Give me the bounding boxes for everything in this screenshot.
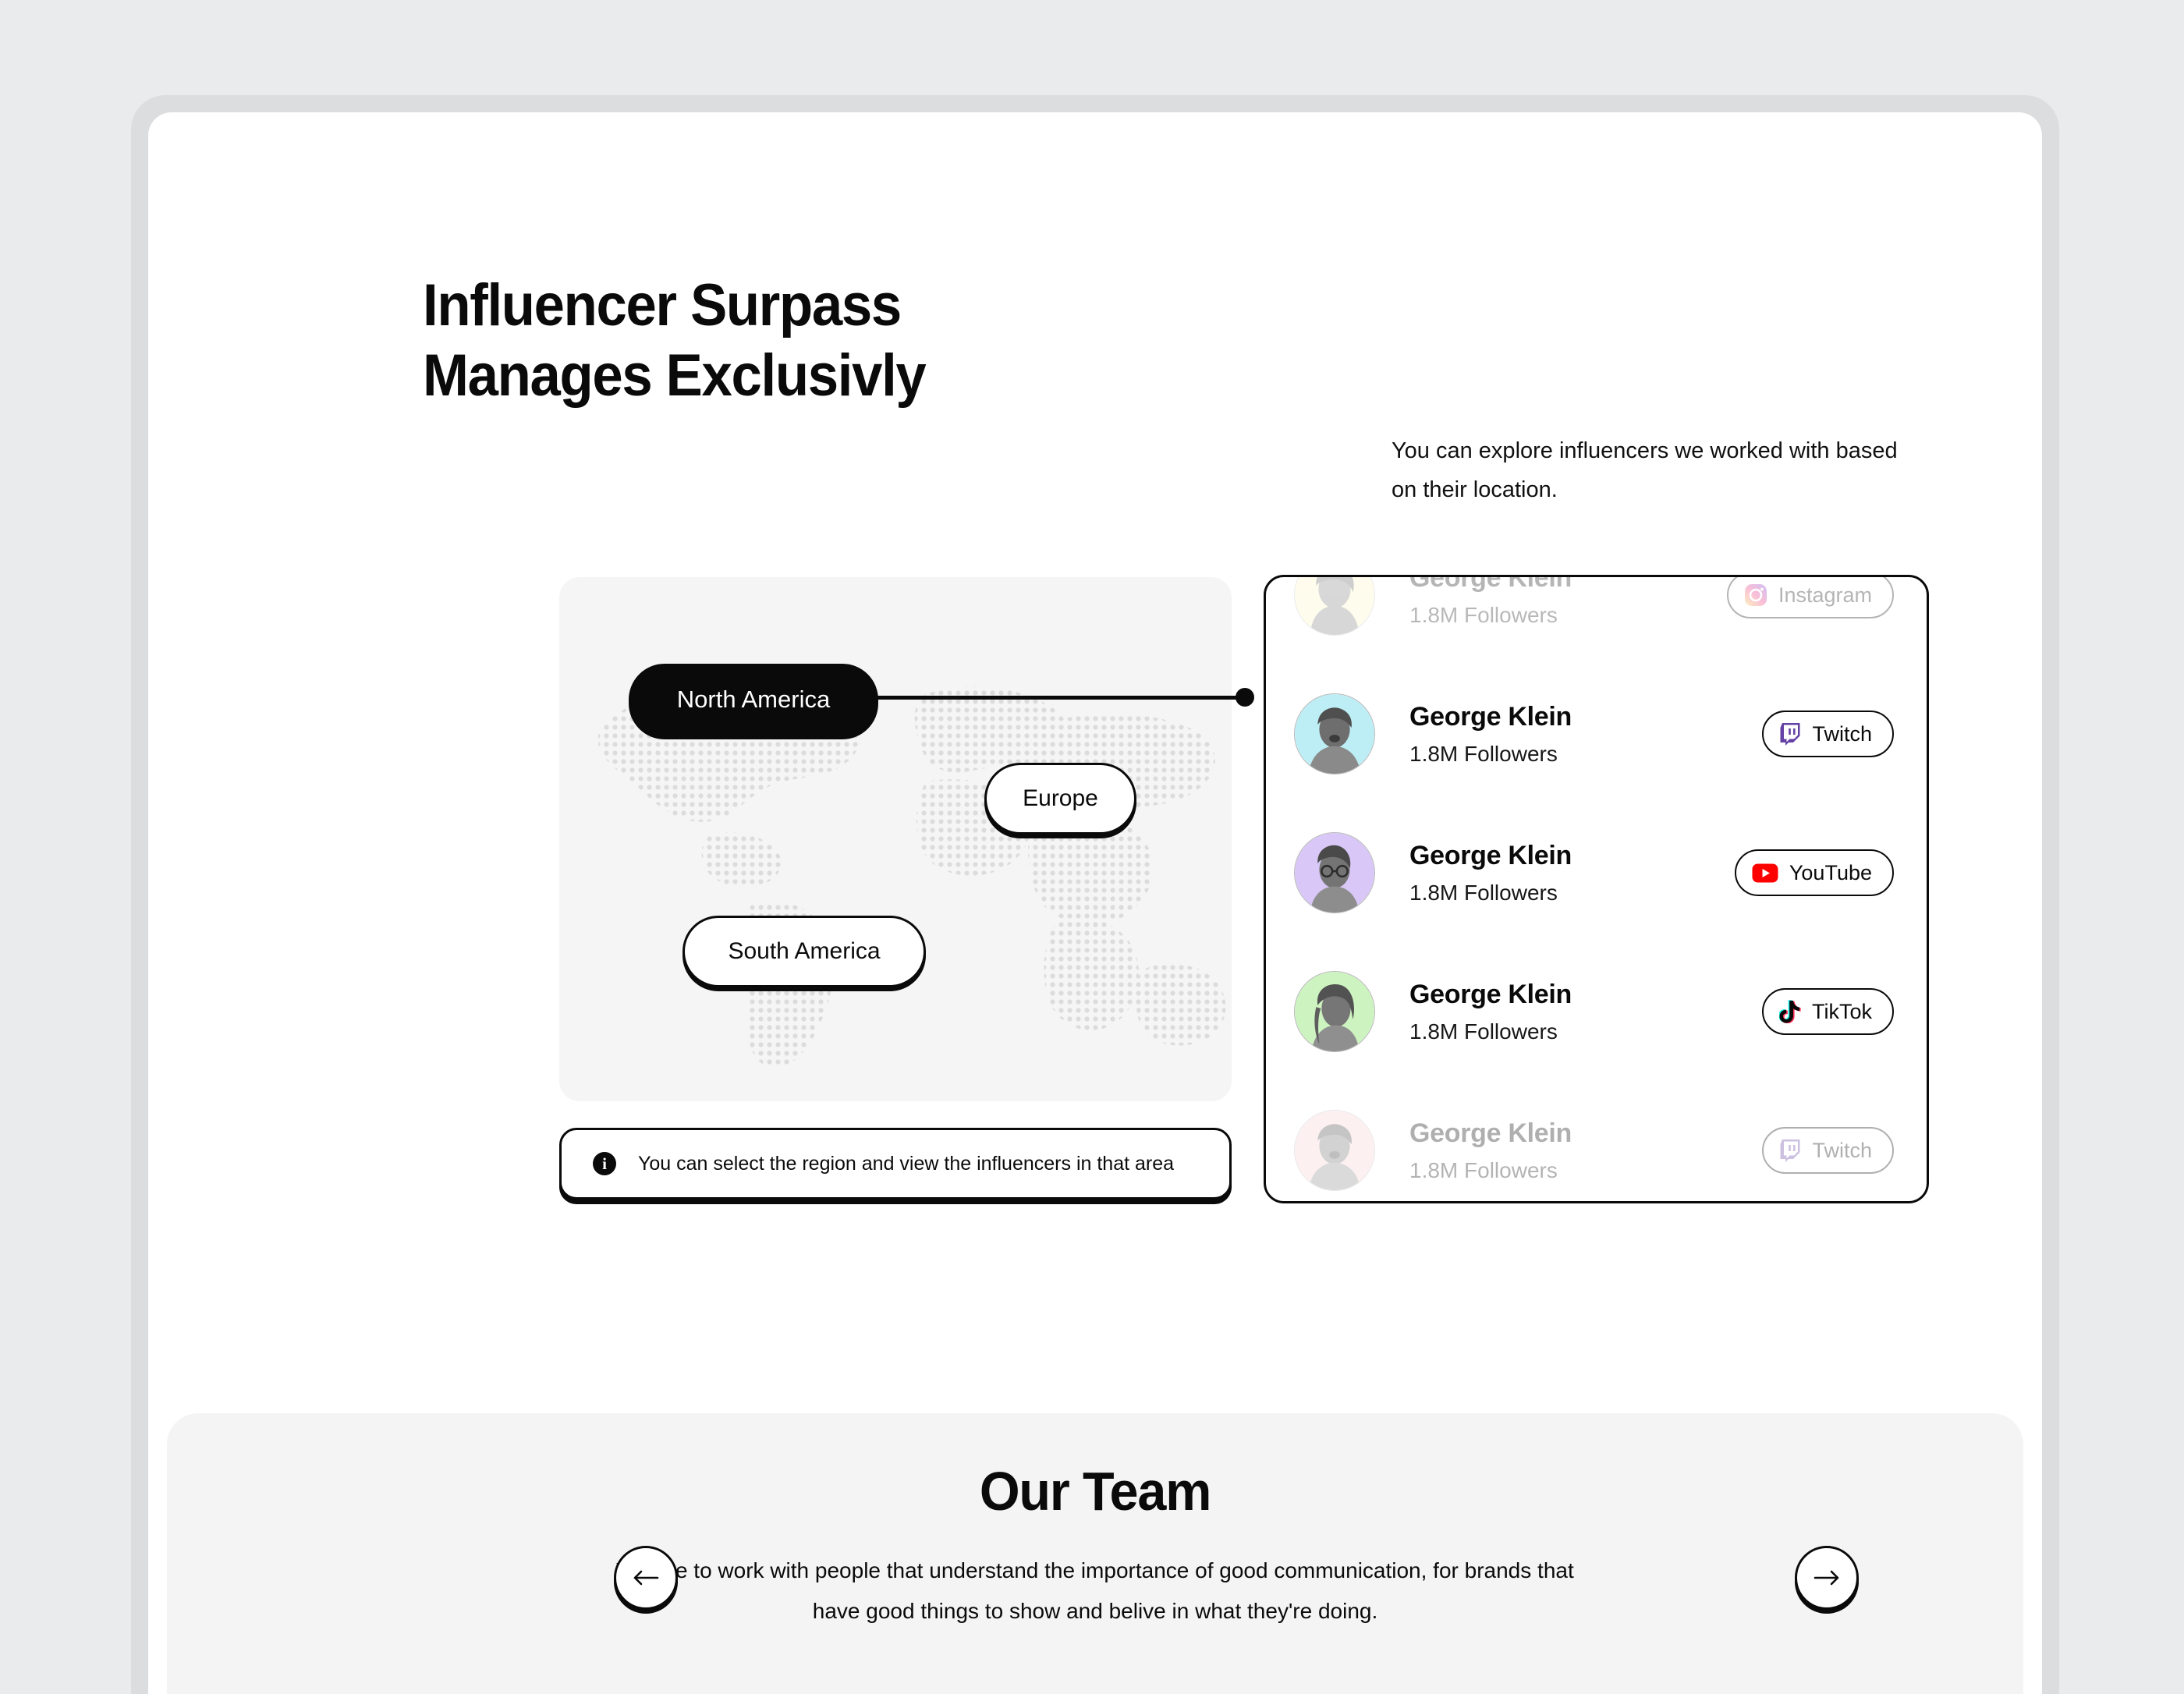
influencer-row[interactable]: George Klein 1.8M Followers Twitch xyxy=(1266,664,1927,803)
platform-label: Twitch xyxy=(1812,1138,1872,1162)
twitch-icon xyxy=(1779,1139,1801,1162)
region-map-panel[interactable]: North America Europe South America xyxy=(559,577,1232,1101)
page-title: Influencer Surpass Manages Exclusivly xyxy=(423,272,927,409)
avatar xyxy=(1294,577,1375,636)
influencer-list-scroll[interactable]: George Klein 1.8M Followers Instagram Ge… xyxy=(1266,575,1927,1201)
influencer-info: George Klein 1.8M Followers xyxy=(1409,1118,1762,1183)
platform-label: Twitch xyxy=(1812,721,1872,746)
influencer-followers: 1.8M Followers xyxy=(1409,1019,1558,1044)
platform-badge-youtube[interactable]: YouTube xyxy=(1734,849,1894,896)
team-next-button[interactable] xyxy=(1795,1546,1859,1610)
influencer-name: George Klein xyxy=(1409,575,1572,593)
info-icon: i xyxy=(593,1152,616,1175)
influencer-row[interactable]: George Klein 1.8M Followers Instagram xyxy=(1266,575,1927,664)
platform-badge-twitch[interactable]: Twitch xyxy=(1762,711,1894,757)
influencer-info: George Klein 1.8M Followers xyxy=(1409,980,1762,1044)
connector-line xyxy=(872,696,1239,700)
influencer-info: George Klein 1.8M Followers xyxy=(1409,702,1762,767)
region-pill-label: Europe xyxy=(1023,785,1098,811)
region-pill-north-america[interactable]: North America xyxy=(629,664,878,735)
platform-badge-twitch[interactable]: Twitch xyxy=(1762,1127,1894,1174)
avatar xyxy=(1294,832,1375,913)
avatar xyxy=(1294,1110,1375,1191)
influencer-followers: 1.8M Followers xyxy=(1409,741,1558,766)
influencer-row[interactable]: George Klein 1.8M Followers YouTube xyxy=(1266,803,1927,942)
platform-badge-tiktok[interactable]: TikTok xyxy=(1761,988,1894,1035)
our-team-subtitle: We like to work with people that underst… xyxy=(616,1558,1574,1623)
twitch-icon xyxy=(1779,722,1801,746)
map-to-list-connector xyxy=(872,688,1254,707)
influencer-name: George Klein xyxy=(1409,979,1572,1009)
influencer-row[interactable]: George Klein 1.8M Followers TikTok xyxy=(1266,942,1927,1081)
influencer-name: George Klein xyxy=(1409,840,1572,870)
influencer-row[interactable]: George Klein 1.8M Followers Twitch xyxy=(1266,1081,1927,1201)
arrow-left-icon xyxy=(633,1569,659,1586)
arrow-right-icon xyxy=(1814,1569,1840,1586)
platform-label: Instagram xyxy=(1778,583,1872,607)
influencer-list-panel[interactable]: George Klein 1.8M Followers Instagram Ge… xyxy=(1264,575,1929,1203)
region-hint-bar: i You can select the region and view the… xyxy=(559,1128,1232,1200)
region-pill-europe[interactable]: Europe xyxy=(984,763,1136,835)
browser-frame: Influencer Surpass Manages Exclusivly Yo… xyxy=(131,95,2059,1694)
region-hint-text: You can select the region and view the i… xyxy=(638,1152,1175,1175)
avatar xyxy=(1294,971,1375,1052)
influencer-followers: 1.8M Followers xyxy=(1409,1157,1558,1182)
platform-label: YouTube xyxy=(1789,860,1872,884)
influencer-info: George Klein 1.8M Followers xyxy=(1409,575,1727,628)
influencer-name: George Klein xyxy=(1409,1118,1572,1148)
region-pill-south-america[interactable]: South America xyxy=(682,916,926,987)
influencer-followers: 1.8M Followers xyxy=(1409,880,1558,905)
connector-endpoint-dot xyxy=(1236,688,1254,707)
team-prev-button[interactable] xyxy=(614,1546,678,1610)
youtube-icon xyxy=(1752,863,1778,883)
world-map-dots xyxy=(559,577,1232,1101)
influencer-name: George Klein xyxy=(1409,701,1572,732)
our-team-section: Our Team We like to work with people tha… xyxy=(167,1413,2023,1694)
region-pill-label: South America xyxy=(728,938,881,964)
instagram-icon xyxy=(1744,583,1767,607)
our-team-title: Our Team xyxy=(979,1461,1212,1522)
avatar xyxy=(1294,693,1375,774)
region-pill-label: North America xyxy=(676,686,831,713)
platform-badge-instagram[interactable]: Instagram xyxy=(1726,577,1894,618)
page-canvas: Influencer Surpass Manages Exclusivly Yo… xyxy=(148,112,2042,1694)
tiktok-icon xyxy=(1778,1000,1801,1023)
influencer-info: George Klein 1.8M Followers xyxy=(1409,841,1735,905)
influencer-followers: 1.8M Followers xyxy=(1409,602,1558,627)
hero-description: You can explore influencers we worked wi… xyxy=(1392,438,1898,502)
platform-label: TikTok xyxy=(1811,999,1872,1023)
